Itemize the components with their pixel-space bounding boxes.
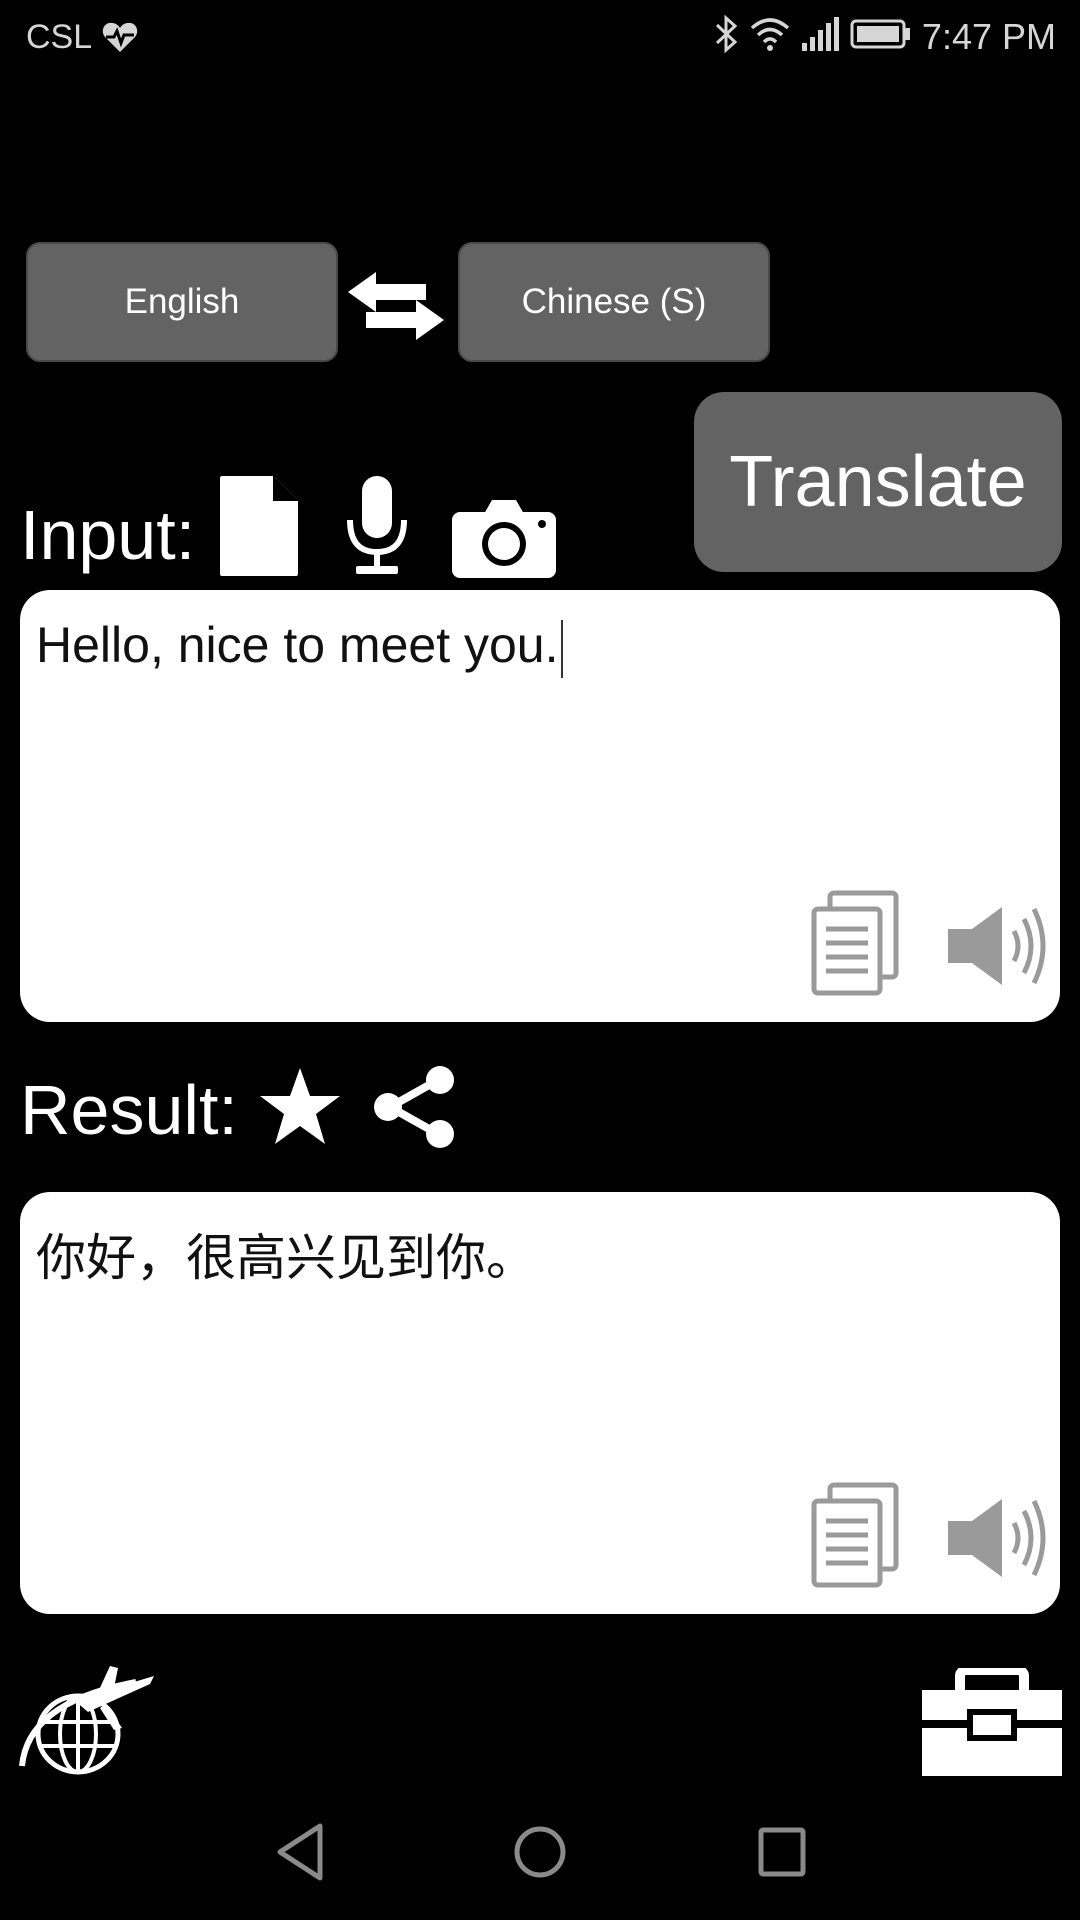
translate-button[interactable]: Translate — [694, 392, 1062, 572]
status-bar: CSL 7:47 PM — [0, 0, 1080, 75]
wifi-icon — [750, 16, 790, 57]
heart-pulse-icon — [102, 20, 138, 59]
signal-icon — [800, 15, 840, 58]
speak-input-icon[interactable] — [944, 905, 1048, 992]
microphone-icon[interactable] — [342, 474, 412, 583]
result-text: 你好，很高兴见到你。 — [36, 1229, 536, 1287]
target-language-button[interactable]: Chinese (S) — [458, 242, 770, 362]
copy-result-icon[interactable] — [808, 1481, 902, 1594]
text-cursor — [560, 619, 563, 678]
navigation-bar — [0, 1790, 1080, 1920]
clock: 7:47 PM — [921, 15, 1056, 57]
source-language-button[interactable]: English — [26, 242, 338, 362]
status-icons: 7:47 PM — [714, 14, 1056, 59]
carrier-label: CSL — [26, 18, 93, 56]
input-textbox[interactable]: Hello, nice to meet you. — [20, 590, 1060, 1022]
battery-icon — [850, 18, 912, 55]
result-label: Result: — [20, 1071, 238, 1149]
star-favorite-icon[interactable] — [258, 1066, 342, 1151]
share-icon[interactable] — [372, 1064, 458, 1155]
document-icon[interactable] — [218, 474, 300, 583]
input-text: Hello, nice to meet you. — [36, 617, 559, 673]
result-textbox[interactable]: 你好，很高兴见到你。 — [20, 1192, 1060, 1614]
travel-globe-plane-icon[interactable] — [18, 1662, 158, 1783]
home-icon[interactable] — [512, 1822, 568, 1887]
copy-input-icon[interactable] — [808, 889, 902, 1002]
swap-languages-icon[interactable] — [346, 272, 446, 347]
input-label: Input: — [20, 496, 196, 574]
speak-result-icon[interactable] — [944, 1497, 1048, 1584]
back-icon[interactable] — [274, 1822, 326, 1887]
bluetooth-icon — [714, 14, 740, 59]
toolbox-icon[interactable] — [920, 1665, 1064, 1783]
recents-icon[interactable] — [756, 1822, 808, 1887]
camera-icon[interactable] — [450, 496, 558, 585]
